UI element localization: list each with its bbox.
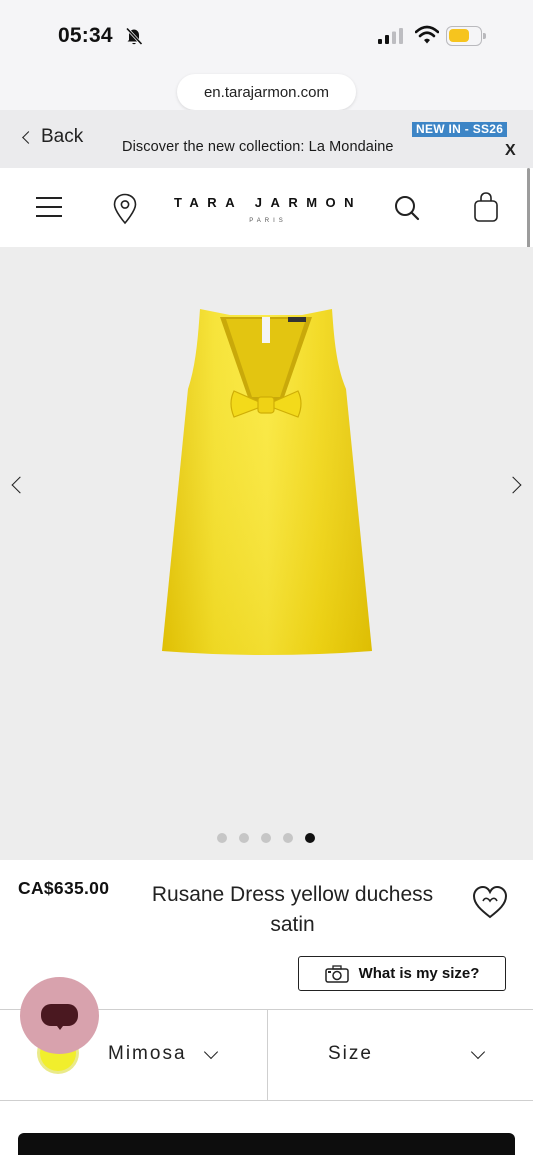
gallery-dot[interactable] <box>283 833 293 843</box>
brand-name: TARA JARMON <box>173 195 363 210</box>
prev-image-button[interactable] <box>11 476 29 494</box>
gallery-pagination <box>217 833 315 843</box>
size-guide-button[interactable]: What is my size? <box>298 956 506 991</box>
chevron-left-icon <box>22 131 35 144</box>
gallery-dot[interactable] <box>217 833 227 843</box>
battery-icon <box>446 26 486 46</box>
gallery-dot[interactable] <box>239 833 249 843</box>
divider <box>0 1100 533 1101</box>
divider <box>267 1010 268 1100</box>
shopping-bag-icon[interactable] <box>472 190 500 224</box>
gallery-dot[interactable] <box>261 833 271 843</box>
location-pin-icon[interactable] <box>112 193 138 225</box>
product-image[interactable] <box>150 307 382 663</box>
next-image-button[interactable] <box>504 476 522 494</box>
add-to-cart-button[interactable] <box>18 1133 515 1155</box>
color-label: Mimosa <box>108 1043 187 1064</box>
banner-text[interactable]: Discover the new collection: La Mondaine <box>122 139 394 155</box>
gallery-dot-active[interactable] <box>305 833 315 843</box>
bell-slash-icon <box>125 27 143 46</box>
url-field[interactable]: en.tarajarmon.com <box>177 74 356 110</box>
banner-close-button[interactable]: X <box>505 142 516 160</box>
status-bar: 05:34 <box>0 0 533 70</box>
product-gallery <box>0 247 533 860</box>
product-price: CA$635.00 <box>18 878 110 898</box>
new-in-badge[interactable]: NEW IN - SS26 <box>412 122 508 137</box>
search-icon[interactable] <box>393 194 421 222</box>
chevron-down-icon <box>470 1044 486 1060</box>
status-time: 05:34 <box>58 24 113 47</box>
wifi-icon <box>415 25 439 44</box>
brand-subtitle: PARIS <box>249 218 287 224</box>
size-guide-label: What is my size? <box>358 965 480 982</box>
camera-icon <box>324 964 349 983</box>
site-header: TARA JARMON PARIS <box>0 168 533 247</box>
brand-logo[interactable]: TARA JARMON PARIS <box>168 195 368 224</box>
menu-icon[interactable] <box>36 197 62 217</box>
chevron-down-icon <box>203 1044 219 1060</box>
chat-button[interactable] <box>20 977 99 1054</box>
back-label: Back <box>41 126 84 147</box>
address-bar: en.tarajarmon.com <box>0 70 533 110</box>
product-name: Rusane Dress yellow duchess satin <box>151 883 434 936</box>
heart-icon[interactable] <box>471 884 509 920</box>
signal-icon <box>378 28 403 44</box>
back-button[interactable]: Back <box>22 126 84 148</box>
size-label: Size <box>328 1043 373 1064</box>
